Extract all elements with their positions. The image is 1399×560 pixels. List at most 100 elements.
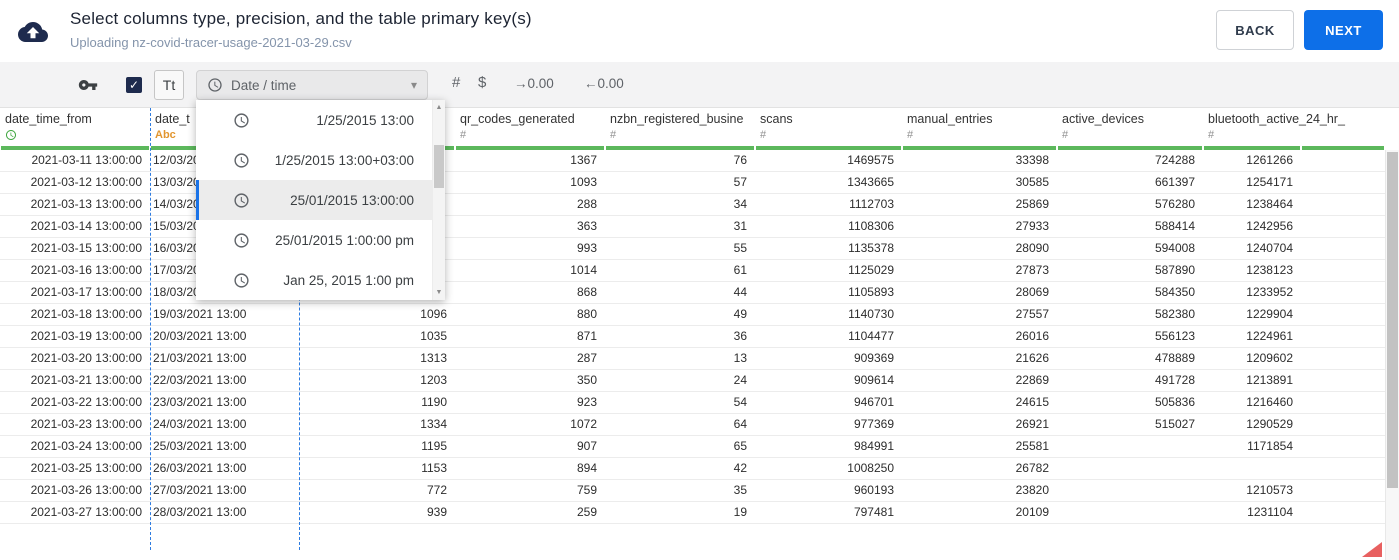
table-cell: 22869 — [1015, 373, 1049, 387]
table-cell: 772 — [426, 483, 447, 497]
vertical-scrollbar-thumb[interactable] — [1387, 152, 1398, 488]
table-cell: 1093 — [570, 175, 597, 189]
table-cell: 28/03/2021 13:00 — [153, 505, 247, 519]
datetime-format-value: Date / time — [231, 77, 297, 93]
back-button[interactable]: BACK — [1216, 10, 1294, 50]
table-cell: 2021-03-19 13:00:00 — [30, 329, 142, 343]
table-cell: 44 — [733, 285, 747, 299]
table-cell: 23/03/2021 13:00 — [153, 395, 247, 409]
table-cell — [1301, 458, 1385, 479]
table-cell: 64 — [733, 417, 747, 431]
dropdown-item-label: 25/01/2015 1:00:00 pm — [275, 232, 414, 248]
table-cell: 724288 — [1154, 153, 1195, 167]
table-cell — [1301, 414, 1385, 435]
table-cell: 2021-03-14 13:00:00 — [30, 219, 142, 233]
table-row: 2021-03-18 13:00:00 19/03/2021 13:00 1096 8… — [0, 304, 1385, 326]
increase-precision-button[interactable]: →0.00 — [514, 76, 554, 91]
datetime-format-dropdown: 1/25/2015 13:00 1/25/2015 13:00+03:00 25/0… — [196, 100, 445, 300]
scroll-down-icon[interactable]: ▼ — [433, 289, 445, 296]
column-header-qr_codes_generated[interactable]: qr_codes_generated # — [455, 108, 605, 146]
table-cell: 2021-03-13 13:00:00 — [30, 197, 142, 211]
dropdown-item[interactable]: 25/01/2015 13:00:00 — [196, 180, 432, 220]
dropdown-item[interactable]: 1/25/2015 13:00+03:00 — [196, 140, 432, 180]
table-cell — [1301, 172, 1385, 193]
column-name: bluetooth_active_24_hr_ — [1208, 112, 1345, 126]
table-cell: 350 — [576, 373, 597, 387]
table-cell: 1290529 — [1246, 417, 1293, 431]
column-header[interactable] — [1301, 108, 1385, 146]
table-cell: 23820 — [1015, 483, 1049, 497]
dropdown-item-label: Jan 25, 2015 1:00 pm — [283, 272, 414, 288]
table-row: 2021-03-23 13:00:00 24/03/2021 13:00 1334 1… — [0, 414, 1385, 436]
table-cell: 2021-03-11 13:00:00 — [31, 153, 142, 167]
integer-type-button[interactable]: # — [452, 74, 460, 91]
table-cell: 1104477 — [848, 329, 894, 343]
clock-icon — [233, 272, 250, 289]
table-cell: 1195 — [421, 439, 447, 453]
number-type-icon: # — [907, 129, 914, 141]
table-cell: 2021-03-24 13:00:00 — [30, 439, 142, 453]
column-header-bluetooth_active_24_hr_[interactable]: bluetooth_active_24_hr_ # — [1203, 108, 1345, 146]
table-cell: 28069 — [1015, 285, 1049, 299]
table-cell: 20109 — [1015, 505, 1049, 519]
dropdown-item-label: 1/25/2015 13:00 — [316, 112, 414, 128]
table-cell: 907 — [576, 439, 597, 453]
include-column-checkbox[interactable]: ✓ — [126, 77, 142, 93]
column-header-manual_entries[interactable]: manual_entries # — [902, 108, 1057, 146]
table-cell: 588414 — [1154, 219, 1195, 233]
check-icon: ✓ — [128, 78, 140, 92]
currency-type-button[interactable]: $ — [478, 74, 486, 91]
text-type-button[interactable]: Tt — [154, 70, 184, 100]
primary-key-icon[interactable] — [78, 75, 98, 95]
wizard-actions: BACK NEXT — [1216, 10, 1383, 50]
table-cell: 24 — [733, 373, 747, 387]
table-cell: 939 — [426, 505, 447, 519]
table-row: 2021-03-22 13:00:00 23/03/2021 13:00 1190 9… — [0, 392, 1385, 414]
table-cell: 584350 — [1154, 285, 1195, 299]
table-cell — [1301, 392, 1385, 413]
table-row: 2021-03-27 13:00:00 28/03/2021 13:00 939 25… — [0, 502, 1385, 524]
table-cell: 1210573 — [1246, 483, 1293, 497]
column-header-date_time_from[interactable]: date_time_from — [0, 108, 150, 146]
column-header-nzbn_registered_busine[interactable]: nzbn_registered_busine # — [605, 108, 755, 146]
column-header-active_devices[interactable]: active_devices # — [1057, 108, 1203, 146]
table-cell — [1301, 326, 1385, 347]
dropdown-item[interactable]: Jan 25, 2015 1:00 pm — [196, 260, 432, 300]
dropdown-item[interactable]: 25/01/2015 1:00:00 pm — [196, 220, 432, 260]
table-cell — [1057, 480, 1203, 501]
dropdown-item-list: 1/25/2015 13:00 1/25/2015 13:00+03:00 25/0… — [196, 100, 432, 300]
number-type-icon: # — [1208, 129, 1215, 141]
table-cell: 1231104 — [1247, 505, 1293, 519]
dropdown-scrollbar-thumb[interactable] — [434, 145, 444, 188]
table-cell: 2021-03-12 13:00:00 — [30, 175, 142, 189]
next-button[interactable]: NEXT — [1304, 10, 1383, 50]
column-header-scans[interactable]: scans # — [755, 108, 902, 146]
table-cell: 13 — [733, 351, 747, 365]
table-cell: 993 — [576, 241, 597, 255]
number-type-icon: # — [610, 129, 617, 141]
table-cell — [1301, 260, 1385, 281]
table-cell: 27/03/2021 13:00 — [153, 483, 247, 497]
table-cell: 1469575 — [847, 153, 894, 167]
table-cell: 868 — [576, 285, 597, 299]
column-name: nzbn_registered_busine — [610, 112, 744, 126]
clock-icon — [233, 112, 250, 129]
datetime-format-select[interactable]: Date / time ▾ — [196, 70, 428, 100]
table-row: 2021-03-24 13:00:00 25/03/2021 13:00 1195 9… — [0, 436, 1385, 458]
table-cell: 946701 — [853, 395, 894, 409]
table-row: 2021-03-26 13:00:00 27/03/2021 13:00 772 75… — [0, 480, 1385, 502]
table-cell — [1203, 458, 1301, 479]
dropdown-item[interactable]: 1/25/2015 13:00 — [196, 100, 432, 140]
chevron-down-icon: ▾ — [410, 78, 417, 92]
dropdown-scrollbar[interactable]: ▲ ▼ — [432, 100, 445, 300]
table-cell — [1301, 194, 1385, 215]
table-cell: 576280 — [1154, 197, 1195, 211]
decrease-precision-button[interactable]: ←0.00 — [584, 76, 624, 91]
table-cell: 759 — [576, 483, 597, 497]
table-cell — [1301, 304, 1385, 325]
header-titles: Select columns type, precision, and the … — [70, 9, 532, 50]
scroll-up-icon[interactable]: ▲ — [433, 104, 445, 111]
table-cell: 1014 — [570, 263, 597, 277]
table-cell: 582380 — [1154, 307, 1195, 321]
vertical-scrollbar[interactable] — [1385, 150, 1399, 560]
